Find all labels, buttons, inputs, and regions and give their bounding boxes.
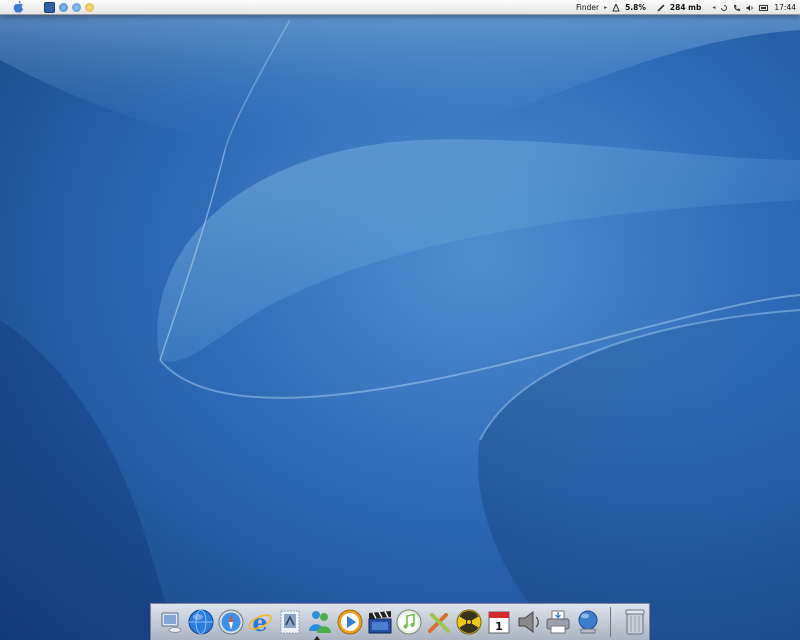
media-player-icon[interactable]	[336, 608, 364, 636]
clock[interactable]: 17:44	[774, 3, 796, 12]
calendar-day: 1	[495, 620, 503, 633]
explorer-icon[interactable]	[59, 2, 68, 12]
movie-clapper-icon[interactable]	[366, 608, 394, 636]
battery-icon[interactable]	[759, 3, 769, 12]
memory-usage: 284 mb	[669, 2, 702, 12]
network-globe-icon[interactable]	[187, 608, 215, 636]
speaker-icon[interactable]	[515, 608, 543, 636]
msn-messenger-icon[interactable]	[306, 608, 334, 636]
mail-stamp-icon[interactable]	[276, 608, 304, 636]
arrow-left-icon[interactable]: ◂	[712, 4, 715, 11]
messenger-icon[interactable]	[85, 2, 94, 12]
dock: e 1	[150, 603, 650, 640]
arrow-right-icon: ▸	[604, 3, 608, 11]
system-tray: Finder ▸ 5.8% 284 mb ◂ 17:44	[576, 0, 796, 14]
volume-icon[interactable]	[746, 3, 754, 12]
active-app-name[interactable]: Finder	[576, 3, 599, 12]
internet-explorer-icon[interactable]: e	[246, 608, 274, 636]
menu-bar: Finder ▸ 5.8% 284 mb ◂ 17:44	[0, 0, 800, 15]
safari-compass-icon[interactable]	[217, 608, 245, 636]
trash-icon[interactable]	[621, 608, 649, 636]
show-desktop-icon[interactable]	[44, 1, 55, 13]
calendar-icon[interactable]: 1	[485, 608, 513, 636]
memory-icon	[657, 3, 665, 12]
desktop-wallpaper	[0, 0, 800, 640]
running-indicator	[314, 636, 320, 640]
my-computer-icon[interactable]	[157, 608, 185, 636]
cpu-usage: 5.8%	[625, 2, 646, 12]
phone-icon[interactable]	[733, 3, 741, 12]
refresh-icon[interactable]	[720, 3, 728, 12]
printer-icon[interactable]	[545, 608, 573, 636]
itunes-icon[interactable]	[396, 608, 424, 636]
dock-divider	[610, 607, 612, 637]
quick-launch	[44, 1, 94, 13]
cpu-icon	[612, 3, 620, 12]
sherlock-icon[interactable]	[574, 608, 602, 636]
network-icon[interactable]	[72, 2, 81, 12]
nuclear-burner-icon[interactable]	[455, 608, 483, 636]
svg-text:e: e	[253, 609, 268, 635]
apple-menu-icon[interactable]	[12, 1, 24, 13]
tools-icon[interactable]	[425, 608, 453, 636]
